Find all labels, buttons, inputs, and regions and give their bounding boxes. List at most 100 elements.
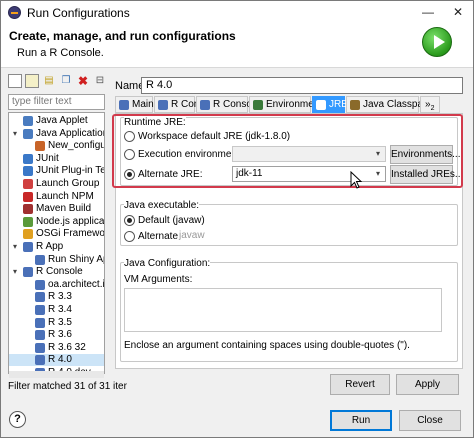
tree-item-label: Node.js applicatio [36,215,105,227]
tab-more[interactable]: »2 [420,96,440,113]
expand-toggle-icon[interactable]: ▾ [13,128,21,140]
default-javaw-radio[interactable] [124,215,135,226]
r-config-icon [35,292,45,303]
npm-icon [23,191,33,202]
java-configuration-title: Java Configuration: [124,258,211,269]
java-config-icon [35,141,45,152]
alternate-exec-radio[interactable] [124,231,135,242]
tree-item-label: R 3.6 [48,329,72,341]
tree-item[interactable]: R 4.0 [9,354,104,367]
new-prototype-icon[interactable] [25,74,39,88]
vm-arguments-textarea[interactable] [124,288,442,332]
tree-item[interactable]: Java Applet [9,115,104,127]
run-configurations-window: Run Configurations — ✕ Create, manage, a… [0,0,474,438]
tree-item[interactable]: ▾ R App [9,241,104,253]
name-field[interactable]: R 4.0 [141,77,463,94]
java-executable-title: Java executable: [124,200,200,211]
export-icon[interactable]: ▤ [42,74,56,88]
apply-button[interactable]: Apply [396,374,459,395]
r-config-icon [35,279,45,290]
r-console-tab-icon [200,100,210,110]
revert-button[interactable]: Revert [330,374,390,395]
tree-item[interactable]: Run Shiny App [9,253,104,266]
tree-item[interactable]: New_configura [9,140,104,152]
tree-item-label: JUnit Plug-in Test [36,165,105,177]
tab-jre[interactable]: JRE [312,96,348,113]
collapse-all-icon[interactable]: ⊟ [93,74,107,88]
tree-item-label: R 3.3 [48,291,72,303]
launch-group-icon [23,179,33,189]
tree-item[interactable]: R 3.6 [9,329,104,341]
header-subtitle: Run a R Console. [17,47,104,59]
tree-item[interactable]: Node.js applicatio [9,215,105,228]
tree-item-label: R App [36,241,64,252]
highlight-box [112,114,463,188]
run-button[interactable]: Run [330,410,392,431]
delete-icon[interactable]: ✖ [76,74,90,88]
tree-item[interactable]: Launch NPM [9,190,104,203]
tree-item[interactable]: R 3.6 32 [9,341,104,354]
tree-item[interactable]: Maven Build [9,203,104,215]
help-icon[interactable]: ? [9,411,26,428]
junit-plugin-icon [23,166,33,177]
minimize-button[interactable]: — [413,1,443,24]
jre-tab-icon [316,100,326,110]
r-shiny-icon [35,254,45,265]
alternate-exec-label: Alternate [138,231,179,242]
tree-item-label: JUnit [36,152,59,164]
tree-item-label: R 3.4 [48,304,72,315]
configuration-tree[interactable]: Java Applet ▾ Java ApplicationNew_configur… [8,112,105,374]
tree-item[interactable]: JUnit Plug-in Test [9,165,105,177]
tab-r-console[interactable]: R Console [196,96,260,113]
tree-horizontal-scrollbar[interactable] [9,371,104,378]
eclipse-icon [8,6,21,19]
main-tab-icon [119,100,129,110]
junit-icon [23,153,33,164]
hidden-tab-count: 2 [430,105,435,112]
expand-toggle-icon[interactable]: ▾ [13,266,21,278]
tree-item-label: R 4.0 [48,354,72,366]
new-config-icon[interactable] [8,74,22,88]
mouse-cursor-icon [350,171,363,189]
tree-item[interactable]: R 3.3 [9,291,104,303]
tree-item-label: R 3.5 [48,316,72,328]
tree-item[interactable]: R 3.5 [9,316,104,329]
tab-r-config[interactable]: R Config [154,96,210,113]
window-title: Run Configurations [27,6,130,20]
tree-item[interactable]: OSGi Framework [9,228,105,240]
classpath-tab-icon [350,100,360,110]
tree-item[interactable]: JUnit [9,152,104,165]
title-bar: Run Configurations — ✕ [1,1,473,24]
close-window-button[interactable]: ✕ [443,1,473,24]
alternate-exec-field[interactable]: javaw [176,229,205,243]
tree-item[interactable]: ▾ Java Application [9,127,105,140]
tree-item-label: R 3.6 32 [48,341,86,353]
nodejs-icon [23,216,33,227]
tree-item-label: Maven Build [36,203,92,215]
tree-item-label: OSGi Framework [36,228,105,240]
close-button[interactable]: Close [399,410,461,431]
r-config-icon [35,355,45,366]
environment-tab-icon [253,100,263,110]
tab-java-classpath[interactable]: Java Classpath [346,96,431,113]
expand-toggle-icon[interactable]: ▾ [13,241,21,253]
tree-item-label: Run Shiny App [48,253,104,265]
dialog-header: Create, manage, and run configurations R… [1,24,473,68]
quoting-note: Enclose an argument containing spaces us… [124,340,410,351]
tree-item[interactable]: R 3.4 [9,304,104,316]
r-app-icon [23,242,33,252]
tab-environment[interactable]: Environment [249,96,322,113]
header-title: Create, manage, and run configurations [9,29,236,43]
tree-item-label: Java Application [36,127,105,139]
filter-input[interactable]: type filter text [8,94,105,110]
tree-item-label: Launch NPM [36,190,94,202]
tree-item[interactable]: Launch Group [9,178,104,190]
tab-main[interactable]: Main [115,96,154,113]
r-console-icon [23,267,33,278]
duplicate-icon[interactable]: ❐ [59,74,73,88]
r-config-icon [35,342,45,353]
filter-status: Filter matched 31 of 31 iter [8,381,127,392]
tree-item[interactable]: ▾ R Console [9,266,104,278]
tree-item[interactable]: oa.architect.ins [9,279,104,291]
java-app-icon [23,128,33,139]
